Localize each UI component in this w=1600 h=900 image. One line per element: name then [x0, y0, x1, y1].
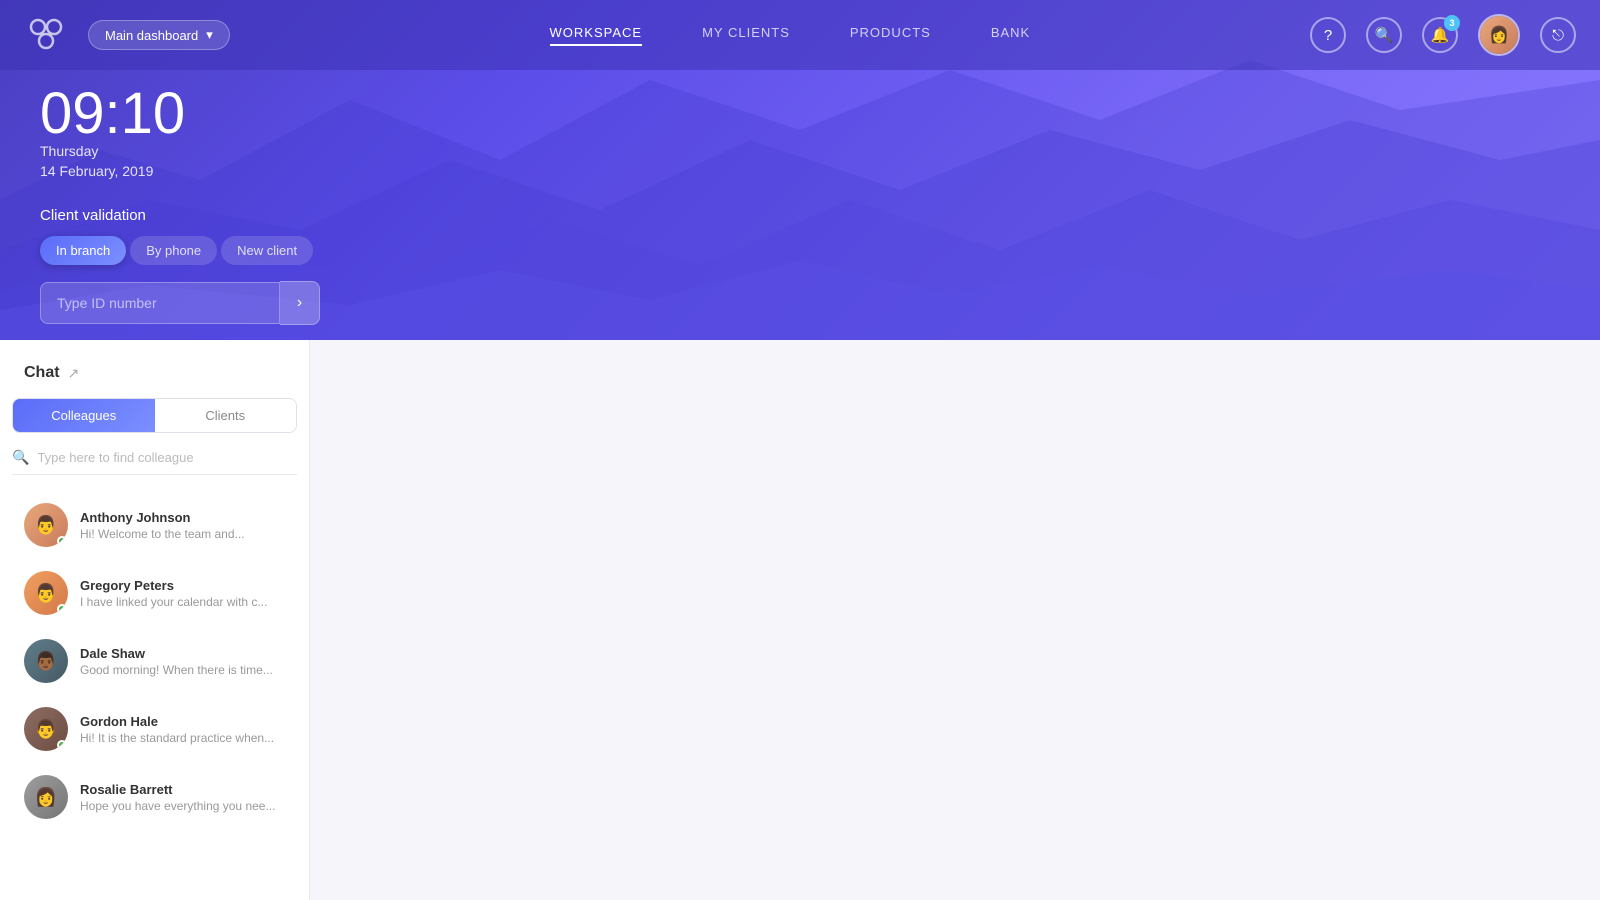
current-time: 09:10	[40, 85, 320, 143]
contact-info: Gregory Peters I have linked your calend…	[80, 578, 285, 609]
nav-bank[interactable]: BANK	[991, 25, 1030, 46]
chevron-right-icon: ›	[297, 294, 302, 312]
id-input-row: ›	[40, 281, 320, 325]
help-icon: ?	[1324, 27, 1332, 44]
header-actions: ? 🔍 🔔 3 👩 ⎋	[1310, 14, 1576, 56]
contact-name: Anthony Johnson	[80, 510, 285, 525]
help-button[interactable]: ?	[1310, 17, 1346, 53]
contact-info: Rosalie Barrett Hope you have everything…	[80, 782, 285, 813]
chat-title: Chat	[24, 364, 60, 382]
notification-badge: 3	[1444, 15, 1460, 31]
workspace-area	[310, 340, 1600, 900]
tab-colleagues[interactable]: Colleagues	[13, 399, 155, 432]
search-button[interactable]: 🔍	[1366, 17, 1402, 53]
search-icon: 🔍	[1375, 26, 1394, 44]
user-avatar-button[interactable]: 👩	[1478, 14, 1520, 56]
chat-search: 🔍	[12, 449, 297, 475]
id-submit-button[interactable]: ›	[280, 281, 320, 325]
top-navigation: Main dashboard ▾ WORKSPACE MY CLIENTS PR…	[0, 0, 1600, 70]
contact-info: Dale Shaw Good morning! When there is ti…	[80, 646, 285, 677]
avatar: 👨	[24, 503, 68, 547]
app-logo[interactable]	[24, 13, 68, 57]
chat-contact-item[interactable]: 👨 Gordon Hale Hi! It is the standard pra…	[0, 695, 309, 763]
nav-products[interactable]: PRODUCTS	[850, 25, 931, 46]
online-status-dot	[57, 536, 67, 546]
user-avatar-icon: 👩	[1489, 25, 1509, 45]
contact-last-message: Good morning! When there is time...	[80, 663, 285, 677]
id-number-input[interactable]	[40, 282, 280, 324]
expand-icon[interactable]: ↗	[68, 365, 80, 382]
client-validation-title: Client validation	[40, 207, 320, 224]
contact-info: Gordon Hale Hi! It is the standard pract…	[80, 714, 285, 745]
validation-tabs: In branch By phone New client	[40, 236, 320, 265]
avatar: 👩	[24, 775, 68, 819]
contact-name: Gordon Hale	[80, 714, 285, 729]
client-validation-section: Client validation In branch By phone New…	[40, 207, 320, 325]
avatar: 👨🏾	[24, 639, 68, 683]
nav-my-clients[interactable]: MY CLIENTS	[702, 25, 790, 46]
tab-new-client[interactable]: New client	[221, 236, 313, 265]
contact-name: Gregory Peters	[80, 578, 285, 593]
chevron-down-icon: ▾	[206, 27, 213, 43]
search-icon: 🔍	[12, 449, 29, 466]
tab-by-phone[interactable]: By phone	[130, 236, 217, 265]
chat-contact-item[interactable]: 👨 Gregory Peters I have linked your cale…	[0, 559, 309, 627]
contact-last-message: Hope you have everything you nee...	[80, 799, 285, 813]
logout-icon: ⎋	[1552, 27, 1564, 44]
dashboard-selector[interactable]: Main dashboard ▾	[88, 20, 230, 50]
main-navigation: WORKSPACE MY CLIENTS PRODUCTS BANK	[270, 25, 1310, 46]
tab-in-branch[interactable]: In branch	[40, 236, 126, 265]
online-status-dot	[57, 604, 67, 614]
contact-last-message: Hi! Welcome to the team and...	[80, 527, 285, 541]
avatar: 👨	[24, 707, 68, 751]
logout-button[interactable]: ⎋	[1540, 17, 1576, 53]
current-date: 14 February, 2019	[40, 163, 320, 179]
contact-name: Dale Shaw	[80, 646, 285, 661]
chat-contact-list: 👨 Anthony Johnson Hi! Welcome to the tea…	[0, 491, 309, 876]
nav-workspace[interactable]: WORKSPACE	[550, 25, 643, 46]
contact-last-message: I have linked your calendar with c...	[80, 595, 285, 609]
chat-header: Chat ↗	[0, 364, 309, 398]
chat-tabs: Colleagues Clients	[12, 398, 297, 433]
contact-last-message: Hi! It is the standard practice when...	[80, 731, 285, 745]
contact-name: Rosalie Barrett	[80, 782, 285, 797]
chat-contact-item[interactable]: 👨🏾 Dale Shaw Good morning! When there is…	[0, 627, 309, 695]
tab-clients[interactable]: Clients	[155, 399, 297, 432]
chat-panel: Chat ↗ Colleagues Clients 🔍 👨 Anthony Jo…	[0, 340, 310, 900]
hero-content: 09:10 Thursday 14 February, 2019 Client …	[40, 85, 320, 325]
contact-info: Anthony Johnson Hi! Welcome to the team …	[80, 510, 285, 541]
dashboard-label: Main dashboard	[105, 28, 198, 43]
colleague-search-input[interactable]	[37, 450, 297, 465]
main-content: Chat ↗ Colleagues Clients 🔍 👨 Anthony Jo…	[0, 340, 1600, 900]
notifications-button[interactable]: 🔔 3	[1422, 17, 1458, 53]
online-status-dot	[57, 740, 67, 750]
chat-contact-item[interactable]: 👩 Rosalie Barrett Hope you have everythi…	[0, 763, 309, 831]
chat-contact-item[interactable]: 👨 Anthony Johnson Hi! Welcome to the tea…	[0, 491, 309, 559]
avatar: 👨	[24, 571, 68, 615]
